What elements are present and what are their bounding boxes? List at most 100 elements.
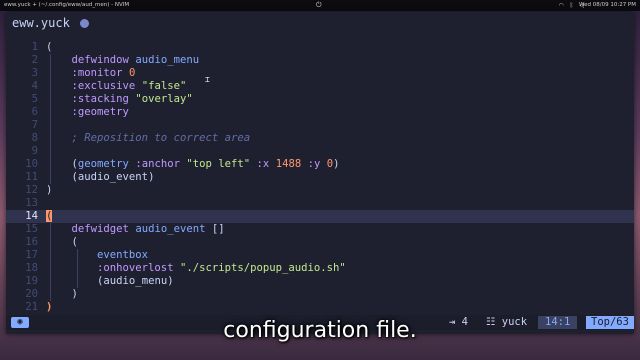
code-token: audio_event xyxy=(135,223,206,235)
line-number: 14 xyxy=(25,210,38,222)
code-line[interactable]: 9 xyxy=(6,145,634,158)
code-line[interactable]: 13 xyxy=(6,197,634,210)
modified-dot-icon xyxy=(79,18,89,28)
line-text: :onhoverlost "./scripts/popup_audio.sh" xyxy=(46,262,346,275)
system-top-bar: eww.yuck + (~/.config/eww/aud_men) - NVI… xyxy=(0,0,640,11)
line-number: 17 xyxy=(25,249,38,261)
code-token: "false" xyxy=(141,80,187,92)
code-token: 0 xyxy=(128,67,136,79)
line-text: ) xyxy=(46,301,52,314)
line-number: 12 xyxy=(25,184,38,196)
line-number: 1 xyxy=(31,41,38,53)
tab-eww-yuck[interactable]: eww.yuck xyxy=(12,16,70,30)
code-token: :y xyxy=(307,158,321,170)
code-token: defwidget xyxy=(71,223,129,235)
code-token: "overlay" xyxy=(135,93,193,105)
line-text: :stacking "overlay" xyxy=(46,93,193,106)
window-title: eww.yuck + (~/.config/eww/aud_men) - NVI… xyxy=(4,2,130,8)
line-text: :monitor 0 xyxy=(46,67,136,80)
code-line[interactable]: 2 defwindow audio_menu xyxy=(6,54,634,67)
line-number: 5 xyxy=(31,93,38,105)
code-line[interactable]: 5 :stacking "overlay" xyxy=(6,93,634,106)
code-token: ) xyxy=(46,184,53,196)
code-token: "top left" xyxy=(186,158,251,170)
code-line[interactable]: 11 (audio_event) xyxy=(6,171,634,184)
line-number: 21 xyxy=(25,301,38,313)
code-line[interactable]: 17 eventbox xyxy=(6,249,634,262)
line-number: 3 xyxy=(31,67,38,79)
code-line[interactable]: 7 xyxy=(6,119,634,132)
tabline: eww.yuck xyxy=(6,12,634,34)
video-subtitle: configuration file. xyxy=(223,318,417,343)
code-area[interactable]: 1(2 defwindow audio_menu 3 :monitor 04 :e… xyxy=(6,41,634,327)
indent-guide xyxy=(50,236,51,249)
code-line[interactable]: 16 ( xyxy=(6,236,634,249)
line-number: 16 xyxy=(25,236,38,248)
nvim-window[interactable]: eww.yuck 1(2 defwindow audio_menu 3 :moni… xyxy=(6,12,634,334)
wifi-icon[interactable]: ◠ xyxy=(559,0,564,11)
indent-guide xyxy=(50,93,51,106)
clock[interactable]: Wed 08/09 10:27 PM xyxy=(579,0,636,11)
code-token: "./scripts/popup_audio.sh" xyxy=(179,262,346,274)
code-line[interactable]: 12) xyxy=(6,184,634,197)
power-icon[interactable]: ⏻ xyxy=(316,0,322,11)
indent-guide xyxy=(50,223,51,236)
indent-guide xyxy=(50,67,51,80)
indent-guide xyxy=(50,80,51,93)
line-number: 9 xyxy=(31,145,38,157)
code-line[interactable]: 8 ; Reposition to correct area xyxy=(6,132,634,145)
line-number: 19 xyxy=(25,275,38,287)
code-token: geometry xyxy=(77,158,129,170)
code-token: [] xyxy=(211,223,225,235)
code-token: :exclusive xyxy=(71,80,136,92)
line-text: eventbox xyxy=(46,249,148,262)
indent-guide xyxy=(50,275,51,288)
code-line[interactable]: 4 :exclusive "false" xyxy=(6,80,634,93)
code-token: ( xyxy=(71,236,78,248)
code-token: ( xyxy=(46,41,53,53)
indent-guide xyxy=(50,158,51,171)
code-line[interactable]: 21) xyxy=(6,301,634,314)
code-line[interactable]: 20 ) xyxy=(6,288,634,301)
indent-guide xyxy=(50,54,51,67)
code-token: eventbox xyxy=(97,249,149,261)
mouse-pointer-icon: ⌶ xyxy=(205,75,210,84)
line-number: 10 xyxy=(25,158,38,170)
line-number: 8 xyxy=(31,132,38,144)
code-token: audio_menu xyxy=(135,54,200,66)
code-line[interactable]: 15 defwidget audio_event [] xyxy=(6,223,634,236)
line-text: :exclusive "false" xyxy=(46,80,187,93)
code-line[interactable]: 14 ( xyxy=(6,210,634,223)
code-line[interactable]: 18 :onhoverlost "./scripts/popup_audio.s… xyxy=(6,262,634,275)
line-text: (audio_event) xyxy=(46,171,155,184)
code-line[interactable]: 10 (geometry :anchor "top left" :x 1488 … xyxy=(6,158,634,171)
line-number: 18 xyxy=(25,262,38,274)
code-line[interactable]: 3 :monitor 0 xyxy=(6,67,634,80)
code-token: :monitor xyxy=(71,67,123,79)
line-number: 11 xyxy=(25,171,38,183)
indent-guide xyxy=(50,288,51,301)
indent-guide xyxy=(50,262,51,275)
line-number: 20 xyxy=(25,288,38,300)
line-number: 4 xyxy=(31,80,38,92)
line-number: 6 xyxy=(31,106,38,118)
line-text: defwindow audio_menu xyxy=(46,54,200,67)
bluetooth-icon[interactable]: ᛒ xyxy=(570,0,574,11)
code-line[interactable]: 1( xyxy=(6,41,634,54)
text-cursor: ( xyxy=(46,210,53,222)
code-line[interactable]: 6 :geometry xyxy=(6,106,634,119)
code-token: :x xyxy=(256,158,270,170)
line-text: ( xyxy=(46,210,53,223)
line-text: defwidget audio_event [] xyxy=(46,223,225,236)
line-number: 2 xyxy=(31,54,38,66)
code-line[interactable]: 19 (audio_menu) xyxy=(6,275,634,288)
indent-guide xyxy=(50,119,51,132)
indent-guide xyxy=(50,249,51,262)
code-token: ) xyxy=(71,288,78,300)
code-token: :onhoverlost xyxy=(97,262,174,274)
indent-guide xyxy=(77,249,78,262)
line-number: 15 xyxy=(25,223,38,235)
code-token: :geometry xyxy=(71,106,129,118)
